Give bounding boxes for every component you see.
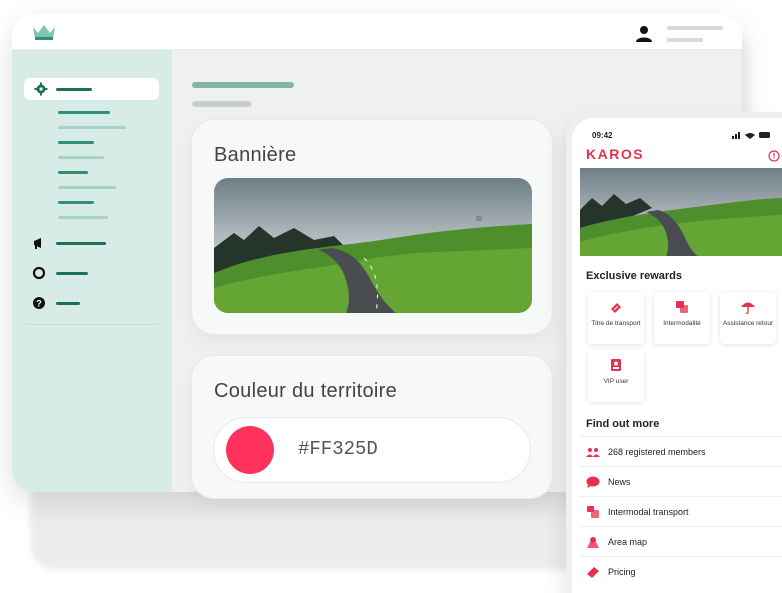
color-input[interactable]: #FF325D [214, 418, 530, 482]
bus-icon [587, 506, 599, 518]
list-item[interactable]: 268 registered members [580, 436, 782, 466]
user-name-placeholder [667, 26, 723, 30]
sidebar-item-label [56, 88, 92, 91]
submenu-item[interactable] [58, 126, 126, 129]
gear-icon [34, 82, 48, 96]
bus-icon [676, 301, 688, 313]
list-item[interactable]: Intermodal transport [580, 496, 782, 526]
reward-label: Titre de transport [591, 320, 641, 327]
app-logo: KAROS [586, 146, 645, 162]
members-icon [586, 448, 600, 457]
ticket-icon [611, 303, 621, 313]
list-item-label: Intermodal transport [608, 507, 689, 517]
list-item-label: Pricing [608, 567, 636, 577]
phone-mockup: 09:42 KAROS Exclusive rewards Titre de t… [572, 118, 782, 593]
submenu-item[interactable] [58, 186, 116, 189]
circle-icon [32, 266, 46, 280]
svg-text:?: ? [36, 299, 42, 309]
list-item[interactable]: Area map [580, 526, 782, 556]
reward-tile[interactable]: Intermodalité [654, 292, 710, 344]
submenu-item[interactable] [58, 216, 108, 219]
banner-card: Bannière [192, 120, 552, 334]
submenu-item[interactable] [58, 171, 88, 174]
sidebar: ? [12, 50, 172, 492]
screenshot-stage: ? Bannière Couleur du territoire #FF325D… [0, 0, 782, 593]
chat-icon [586, 476, 600, 488]
reward-tile[interactable]: Assistance retour [720, 292, 776, 344]
megaphone-icon [34, 238, 41, 249]
page-subtitle-placeholder [192, 101, 252, 107]
list-item[interactable]: Pricing [580, 556, 782, 586]
ticket-icon [587, 567, 599, 578]
reward-label: VIP user [603, 378, 629, 385]
submenu-item[interactable] [58, 201, 94, 204]
banner-card-title: Bannière [214, 144, 297, 166]
reward-label: Assistance retour [722, 320, 774, 327]
list-item-label: Area map [608, 537, 648, 547]
umbrella-icon [741, 302, 755, 314]
banner-image[interactable] [214, 178, 532, 313]
reward-label: Intermodalité [663, 320, 701, 327]
sidebar-item-campaigns[interactable] [56, 242, 106, 245]
badge-icon [611, 359, 621, 371]
list-item-label: 268 registered members [608, 447, 706, 457]
submenu-item[interactable] [58, 141, 94, 144]
color-card-title: Couleur du territoire [214, 380, 398, 402]
user-icon[interactable] [635, 24, 653, 42]
list-item[interactable]: News [580, 466, 782, 496]
info-icon[interactable] [768, 150, 780, 162]
rewards-title: Exclusive rewards [586, 270, 683, 282]
top-bar [12, 14, 742, 50]
submenu-item[interactable] [58, 156, 104, 159]
color-hex-value: #FF325D [298, 438, 378, 460]
sidebar-item-help[interactable] [56, 302, 80, 305]
color-card: Couleur du territoire #FF325D [192, 356, 552, 498]
more-title: Find out more [586, 418, 660, 430]
reward-tile[interactable]: VIP user [588, 350, 644, 402]
phone-banner-image [580, 168, 782, 256]
status-time: 09:42 [592, 131, 613, 140]
reward-tile[interactable]: Titre de transport [588, 292, 644, 344]
color-swatch[interactable] [226, 426, 274, 474]
status-icons [732, 132, 770, 139]
list-item-label: News [608, 477, 631, 487]
user-role-placeholder [667, 38, 703, 42]
submenu-item[interactable] [58, 111, 110, 114]
help-icon: ? [33, 297, 45, 309]
sidebar-item-stats[interactable] [56, 272, 88, 275]
page-title-placeholder [192, 82, 294, 88]
sidebar-divider [26, 324, 158, 325]
crown-icon[interactable] [32, 24, 56, 40]
map-icon [587, 537, 599, 548]
